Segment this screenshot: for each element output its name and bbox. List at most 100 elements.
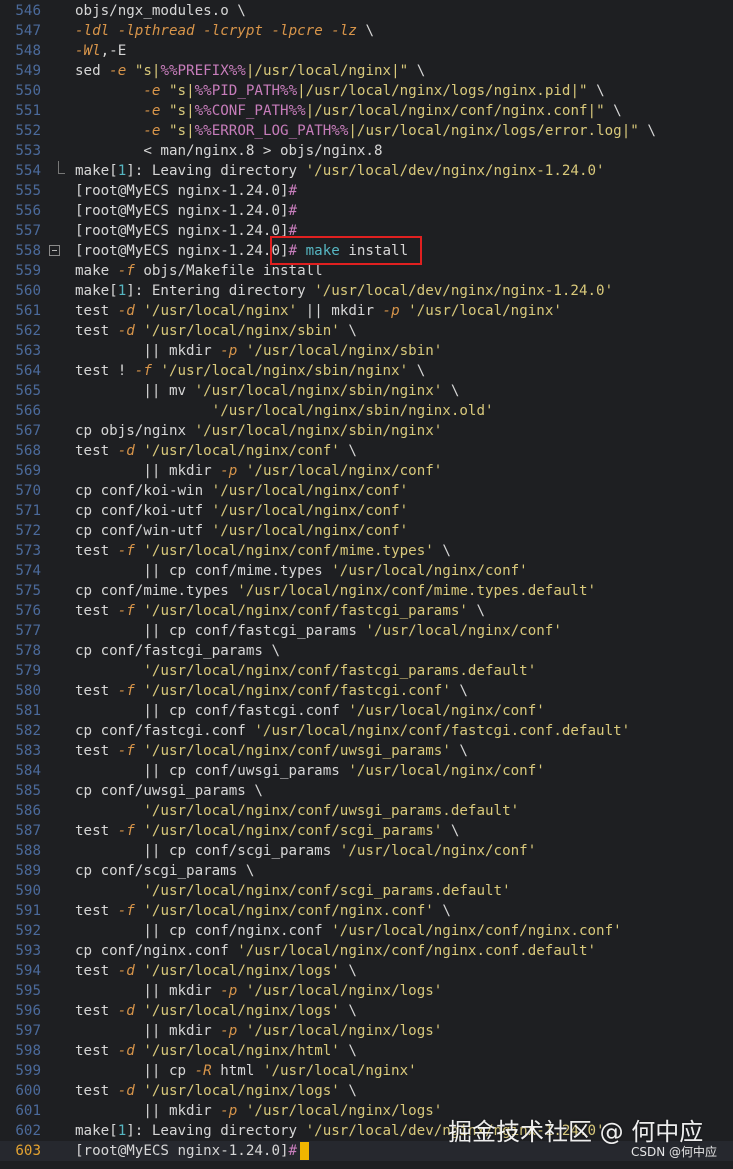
code-line[interactable]: 596 test -d '/usr/local/nginx/logs' \ [0,1001,733,1021]
code-line[interactable]: 585 cp conf/uwsgi_params \ [0,781,733,801]
code-line[interactable]: 591 test -f '/usr/local/nginx/conf/nginx.… [0,901,733,921]
code-token: -d [117,963,135,979]
code-token: [root@MyECS nginx-1.24.0] [75,203,289,219]
code-line[interactable]: 555 [root@MyECS nginx-1.24.0]# [0,181,733,201]
code-token: "s| [168,123,195,139]
code-line[interactable]: 593 cp conf/nginx.conf '/usr/local/nginx/… [0,941,733,961]
code-line[interactable]: 569 || mkdir -p '/usr/local/nginx/conf' [0,461,733,481]
code-token: '/usr/local/nginx/conf' [348,703,545,719]
code-line[interactable]: 552 -e "s|%%ERROR_LOG_PATH%%|/usr/local/… [0,121,733,141]
line-code: -e "s|%%CONF_PATH%%|/usr/local/nginx/con… [75,101,621,121]
line-number: 586 [15,803,41,819]
line-number: 555 [15,183,41,199]
code-line[interactable]: 578 cp conf/fastcgi_params \ [0,641,733,661]
code-line[interactable]: 553 < man/nginx.8 > objs/nginx.8 [0,141,733,161]
code-line[interactable]: 549 sed -e "s|%%PREFIX%%|/usr/local/nginx… [0,61,733,81]
code-line[interactable]: 570 cp conf/koi-win '/usr/local/nginx/con… [0,481,733,501]
code-line[interactable]: 581 || cp conf/fastcgi.conf '/usr/local/… [0,701,733,721]
code-token: -R [194,1063,212,1079]
line-code: cp objs/nginx '/usr/local/nginx/sbin/ngi… [75,421,442,441]
code-line[interactable]: 592 || cp conf/nginx.conf '/usr/local/ng… [0,921,733,941]
code-line[interactable]: 600 test -d '/usr/local/nginx/logs' \ [0,1081,733,1101]
code-token: || cp conf/uwsgi_params [75,763,349,779]
code-line[interactable]: 597 || mkdir -p '/usr/local/nginx/logs' [0,1021,733,1041]
line-number: 583 [15,743,41,759]
code-token: %%ERROR_LOG_PATH%% [194,123,349,139]
code-line[interactable]: 547 -ldl -lpthread -lcrypt -lpcre -lz \ [0,21,733,41]
code-line[interactable]: 575 cp conf/mime.types '/usr/local/nginx/… [0,581,733,601]
code-line[interactable]: 561 test -d '/usr/local/nginx' || mkdir -… [0,301,733,321]
juejin-watermark: 掘金技术社区 @ 何中应 [448,1118,704,1146]
code-line[interactable]: 590 '/usr/local/nginx/conf/scgi_params.d… [0,881,733,901]
code-line[interactable]: 568 test -d '/usr/local/nginx/conf' \ [0,441,733,461]
code-token: -lpcre [271,23,323,39]
line-code: [root@MyECS nginx-1.24.0]# [75,1141,306,1161]
code-token: test [75,743,118,759]
code-line[interactable]: 567 cp objs/nginx '/usr/local/nginx/sbin/… [0,421,733,441]
code-line[interactable]: 576 test -f '/usr/local/nginx/conf/fastcg… [0,601,733,621]
code-token: || cp conf/fastcgi.conf [75,703,349,719]
code-line[interactable]: 574 || cp conf/mime.types '/usr/local/ng… [0,561,733,581]
code-token: '/usr/local/nginx/sbin' [143,323,340,339]
code-line[interactable]: 551 -e "s|%%CONF_PATH%%|/usr/local/nginx… [0,101,733,121]
code-token: [root@MyECS nginx-1.24.0] [75,223,289,239]
code-line[interactable]: 595 || mkdir -p '/usr/local/nginx/logs' [0,981,733,1001]
code-line[interactable]: 582 cp conf/fastcgi.conf '/usr/local/ngin… [0,721,733,741]
line-code: [root@MyECS nginx-1.24.0]# [75,181,297,201]
code-line[interactable]: 550 -e "s|%%PID_PATH%%|/usr/local/nginx/… [0,81,733,101]
code-line[interactable]: 580 test -f '/usr/local/nginx/conf/fastcg… [0,681,733,701]
code-token: || mkdir [75,1103,221,1119]
code-editor[interactable]: 546 objs/ngx_modules.o \ 547 -ldl -lpthread… [0,0,733,1169]
code-line[interactable]: 556 [root@MyECS nginx-1.24.0]# [0,201,733,221]
code-line[interactable]: 548 -Wl,-E [0,41,733,61]
code-token: '/usr/local/dev/nginx/nginx-1.24.0' [305,163,605,179]
code-line[interactable]: 572 cp conf/win-utf '/usr/local/nginx/con… [0,521,733,541]
code-line[interactable]: 560 make[1]: Entering directory '/usr/loc… [0,281,733,301]
code-line[interactable]: 587 test -f '/usr/local/nginx/conf/scgi_p… [0,821,733,841]
code-line[interactable]: 584 || cp conf/uwsgi_params '/usr/local/… [0,761,733,781]
code-line[interactable]: 562 test -d '/usr/local/nginx/sbin' \ [0,321,733,341]
code-token: || mkdir [75,983,221,999]
code-line[interactable]: 599 || cp -R html '/usr/local/nginx' [0,1061,733,1081]
code-line[interactable]: 589 cp conf/scgi_params \ [0,861,733,881]
code-line[interactable]: 571 cp conf/koi-utf '/usr/local/nginx/con… [0,501,733,521]
code-line[interactable]: 546 objs/ngx_modules.o \ [0,1,733,21]
code-token: test [75,903,118,919]
code-line[interactable]: 588 || cp conf/scgi_params '/usr/local/n… [0,841,733,861]
code-token: cp conf/nginx.conf [75,943,238,959]
code-line[interactable]: 566 '/usr/local/nginx/sbin/nginx.old' [0,401,733,421]
code-line[interactable]: 598 test -d '/usr/local/nginx/html' \ [0,1041,733,1061]
code-line[interactable]: 573 test -f '/usr/local/nginx/conf/mime.t… [0,541,733,561]
line-number: 556 [15,203,41,219]
code-line[interactable]: 554 make[1]: Leaving directory '/usr/loca… [0,161,733,181]
code-line[interactable]: 579 '/usr/local/nginx/conf/fastcgi_param… [0,661,733,681]
code-token: |/usr/local/nginx/conf/nginx.conf|" [305,103,605,119]
code-token: test [75,823,118,839]
code-line[interactable]: 586 '/usr/local/nginx/conf/uwsgi_params.… [0,801,733,821]
line-number: 559 [15,263,41,279]
code-token: test [75,443,118,459]
code-line[interactable]: 564 test ! -f '/usr/local/nginx/sbin/ngin… [0,361,733,381]
line-number: 601 [15,1103,41,1119]
line-number: 576 [15,603,41,619]
code-token: '/usr/local/nginx/conf/fastcgi.conf.defa… [254,723,631,739]
line-number: 558 [15,243,41,259]
code-line[interactable]: 583 test -f '/usr/local/nginx/conf/uwsgi_… [0,741,733,761]
code-line[interactable]: 565 || mv '/usr/local/nginx/sbin/nginx' … [0,381,733,401]
code-line[interactable]: 563 || mkdir -p '/usr/local/nginx/sbin' [0,341,733,361]
line-code: || cp conf/nginx.conf '/usr/local/nginx/… [75,921,621,941]
code-token: make [75,263,118,279]
code-line[interactable]: 577 || cp conf/fastcgi_params '/usr/loca… [0,621,733,641]
code-token: -p [220,1023,238,1039]
fold-collapse-icon[interactable] [49,245,60,256]
code-token: cp conf/mime.types [75,583,238,599]
code-line[interactable]: 594 test -d '/usr/local/nginx/logs' \ [0,961,733,981]
